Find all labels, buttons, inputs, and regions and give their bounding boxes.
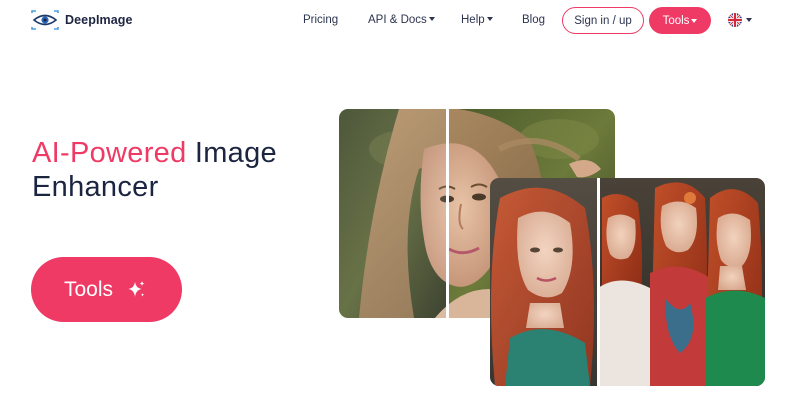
tools-menu-label: Tools [662,14,690,27]
hero-title-accent: AI-Powered [32,137,187,169]
comparison-image-redheads [490,178,765,386]
hero-tools-button[interactable]: Tools [31,257,182,322]
hero-tools-label: Tools [64,277,114,301]
language-selector[interactable] [728,13,752,27]
hero-title-rest: Image [186,137,277,169]
sign-in-label: Sign in / up [574,14,632,27]
top-navigation-bar: DeepImage Pricing API & Docs Help Blog S… [0,0,800,40]
nav-help[interactable]: Help [461,14,493,26]
eye-logo-icon [31,10,59,30]
comparison-divider[interactable] [597,178,600,386]
chevron-down-icon [486,17,493,21]
nav-help-label: Help [461,14,485,26]
hero-title-line2: Enhancer [32,171,159,203]
uk-flag-icon [728,13,742,27]
chevron-down-icon [428,17,435,21]
sign-in-button[interactable]: Sign in / up [562,7,644,34]
chevron-down-icon [691,18,698,23]
comparison-divider[interactable] [446,109,449,318]
brand-logo[interactable]: DeepImage [30,10,133,30]
tools-menu-button[interactable]: Tools [649,7,711,34]
nav-api-docs[interactable]: API & Docs [368,14,435,26]
hero-title: AI-Powered Image Enhancer [32,136,277,204]
chevron-down-icon [746,18,752,22]
nav-blog[interactable]: Blog [522,14,545,26]
redhead-comparison-photo [490,178,765,386]
sparkle-icon [128,280,145,297]
brand-name: DeepImage [65,13,133,27]
nav-pricing[interactable]: Pricing [303,14,338,26]
nav-api-docs-label: API & Docs [368,14,427,26]
